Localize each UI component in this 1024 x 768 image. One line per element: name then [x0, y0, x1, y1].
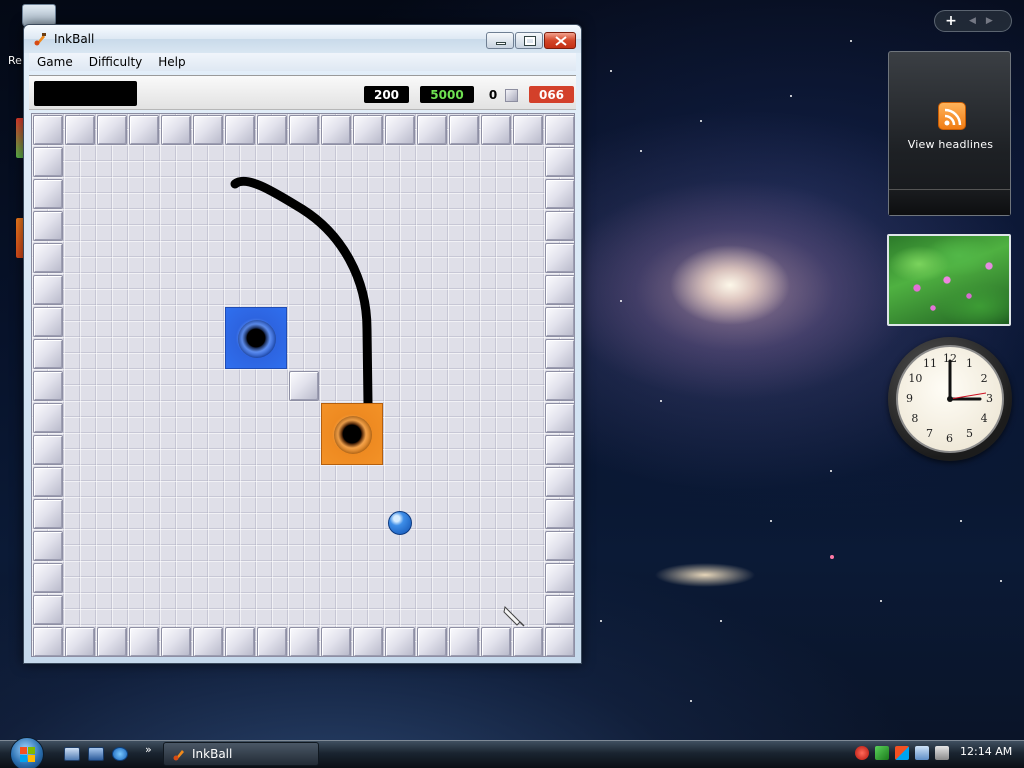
next-gadget-icon[interactable]: ▶: [986, 16, 993, 26]
menu-difficulty[interactable]: Difficulty: [81, 55, 151, 69]
score-bar: 200 5000 0 066: [29, 75, 576, 110]
score-value: 200: [364, 86, 409, 103]
system-tray: [855, 743, 949, 763]
close-button[interactable]: [544, 32, 576, 49]
slideshow-gadget[interactable]: [887, 234, 1011, 326]
quick-launch-overflow[interactable]: »: [145, 743, 152, 756]
title-bar[interactable]: InkBall: [24, 25, 581, 53]
windows-logo-icon: [20, 747, 36, 763]
switch-windows-icon[interactable]: [88, 747, 104, 761]
ball-count-value: 0: [488, 87, 498, 102]
inkball-app-icon: [34, 33, 46, 46]
inkball-window: InkBall Game Difficulty Help 200 5000 0 …: [23, 24, 582, 664]
desktop-icon-label: Re: [8, 54, 22, 67]
security-alert-icon[interactable]: [855, 746, 869, 760]
add-gadget-icon[interactable]: +: [943, 13, 959, 29]
menu-game[interactable]: Game: [29, 55, 81, 69]
clock-gadget: 12 1 2 3 4 5 6 7 8 9 10 11: [888, 337, 1012, 461]
previous-gadget-icon[interactable]: ◀: [969, 16, 976, 26]
blue-ball: [388, 511, 412, 535]
status-display: [34, 81, 137, 106]
inkball-app-icon: [173, 750, 184, 761]
ball-count-icon: [505, 89, 518, 102]
taskbar-clock[interactable]: 12:14 AM: [960, 745, 1012, 758]
orange-hole: [321, 403, 383, 465]
internet-explorer-icon[interactable]: [112, 747, 128, 761]
volume-muted-icon[interactable]: [935, 746, 949, 760]
view-headlines-link[interactable]: View headlines: [889, 138, 1012, 151]
game-board[interactable]: [31, 113, 575, 657]
blue-hole: [225, 307, 287, 369]
minimize-icon: [496, 42, 506, 45]
windows-flag-tray-icon[interactable]: [895, 746, 909, 760]
minimize-button[interactable]: [486, 32, 514, 49]
menu-bar: Game Difficulty Help: [29, 53, 576, 71]
network-icon[interactable]: [915, 746, 929, 760]
clock-hands: [947, 359, 987, 402]
maximize-icon: [524, 36, 536, 46]
timer-value: 066: [529, 86, 574, 103]
menu-help[interactable]: Help: [150, 55, 193, 69]
update-icon[interactable]: [875, 746, 889, 760]
inner-wall-tile: [289, 371, 319, 401]
show-desktop-icon[interactable]: [64, 747, 80, 761]
window-title: InkBall: [54, 32, 95, 46]
gadget-footer: [889, 189, 1010, 215]
maximize-button[interactable]: [515, 32, 543, 49]
sidebar-toolbar: + ◀ ▶: [934, 10, 1012, 32]
target-score-value: 5000: [420, 86, 474, 103]
taskbar-inkball-button[interactable]: InkBall: [163, 742, 319, 766]
start-button[interactable]: [10, 737, 44, 768]
rss-icon: [938, 102, 966, 130]
feed-headlines-gadget[interactable]: View headlines: [888, 51, 1011, 216]
close-icon: [555, 36, 567, 46]
taskbar-inkball-label: InkBall: [192, 747, 233, 761]
pen-cursor-icon: [503, 605, 525, 627]
